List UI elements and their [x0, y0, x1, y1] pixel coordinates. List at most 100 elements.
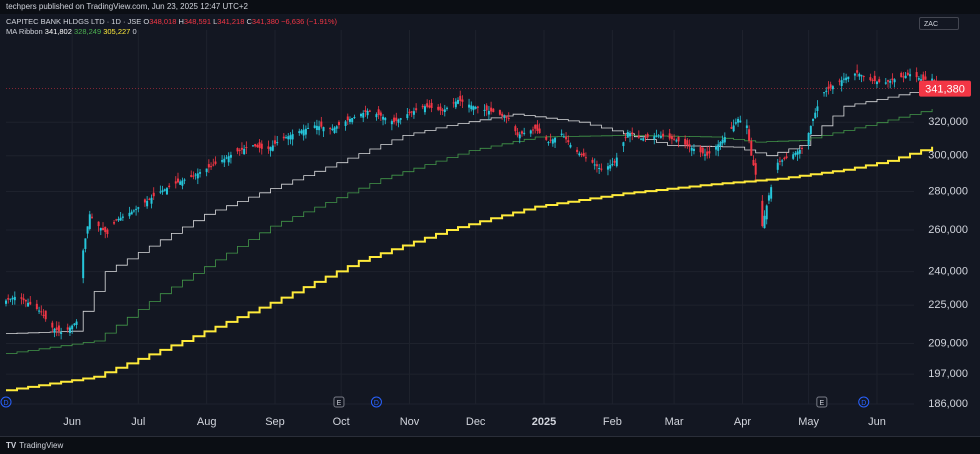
- month-tick-label: Nov: [400, 416, 420, 428]
- candle-body: [439, 106, 442, 111]
- month-tick-label: Dec: [466, 416, 486, 428]
- candle-body: [221, 160, 224, 162]
- candle-body: [192, 175, 195, 177]
- time-axis[interactable]: Jun Jul Aug Sep Oct Nov Dec 2025 Feb Mar Apr May Jun: [63, 416, 886, 428]
- candle-body: [421, 105, 424, 108]
- candle-body: [516, 132, 519, 136]
- candle-body: [677, 136, 680, 142]
- earnings-marker-label: E: [337, 400, 342, 407]
- candle-body: [845, 77, 848, 81]
- candle-body: [399, 118, 402, 120]
- candle-body: [688, 144, 691, 147]
- candle-body: [534, 124, 537, 129]
- candle-body: [443, 109, 446, 113]
- earnings-marker-label: E: [820, 400, 825, 407]
- month-tick-label: Sep: [265, 416, 285, 428]
- candle-body: [906, 72, 909, 75]
- ma-line-fast: [6, 88, 933, 334]
- candle-body: [609, 165, 612, 169]
- price-tick-label: 186,000: [928, 398, 968, 410]
- candle-body: [393, 117, 396, 123]
- event-markers: DEDED: [0, 396, 870, 408]
- candle-body: [307, 127, 310, 129]
- candle-body: [673, 138, 676, 140]
- candle-body: [35, 303, 38, 310]
- candle-body: [441, 109, 444, 111]
- candle-body: [13, 296, 16, 301]
- candle-body: [783, 157, 786, 160]
- candle-body: [183, 179, 186, 181]
- candle-body: [765, 205, 768, 220]
- candle-body: [57, 325, 60, 332]
- candle-body: [624, 137, 627, 139]
- candle-body: [690, 147, 693, 151]
- candle-body: [501, 113, 504, 116]
- candle-body: [212, 164, 215, 166]
- candle-body: [578, 153, 581, 156]
- candle-body: [27, 302, 30, 307]
- candle-body: [452, 102, 455, 104]
- candle-body: [7, 298, 10, 300]
- candle-body: [179, 181, 182, 185]
- price-tick-label: 225,000: [928, 299, 968, 311]
- candle-body: [472, 106, 475, 111]
- candle-body: [353, 116, 356, 118]
- candle-body: [287, 136, 290, 140]
- candle-body: [102, 228, 105, 231]
- candle-body: [498, 110, 501, 115]
- candle-body: [801, 147, 804, 149]
- candle-body: [646, 133, 649, 138]
- candle-body: [807, 133, 810, 145]
- candle-body: [161, 190, 164, 193]
- price-axis[interactable]: 186,000 197,000 209,000 225,000 240,000 260,0…: [6, 80, 971, 410]
- candle-body: [276, 142, 279, 144]
- candle-body: [269, 147, 272, 151]
- candle-body: [238, 149, 241, 151]
- candle-body: [364, 110, 367, 112]
- candle-body: [9, 298, 12, 300]
- candle-body: [613, 160, 616, 163]
- candle-body: [375, 114, 378, 118]
- candle-body: [446, 107, 448, 109]
- month-tick-label: May: [798, 416, 819, 428]
- candle-body: [298, 131, 301, 133]
- candle-body: [459, 95, 462, 101]
- price-chart[interactable]: 186,000 197,000 209,000 225,000 240,000 260,0…: [0, 0, 980, 454]
- candle-body: [254, 144, 257, 147]
- candle-body: [53, 328, 56, 333]
- candle-body: [606, 166, 609, 170]
- candle-body: [915, 72, 918, 78]
- candle-body: [143, 199, 146, 203]
- candle-body: [853, 73, 856, 76]
- candle-body: [240, 147, 243, 150]
- candle-body: [390, 121, 393, 125]
- candle-body: [856, 70, 859, 73]
- candle-body: [812, 118, 815, 121]
- candle-body: [470, 105, 473, 110]
- candle-body: [119, 217, 122, 221]
- candle-body: [474, 107, 477, 109]
- candle-body: [507, 118, 510, 120]
- candle-body: [723, 137, 726, 143]
- candle-body: [260, 143, 263, 149]
- month-tick-label: 2025: [532, 416, 556, 428]
- brand[interactable]: TV TradingView: [6, 441, 63, 450]
- candle-body: [291, 134, 294, 140]
- candle-body: [584, 157, 587, 159]
- candle-body: [152, 192, 155, 197]
- candle-body: [406, 114, 409, 119]
- candle-body: [770, 187, 773, 199]
- candle-body: [595, 164, 598, 167]
- candle-body: [699, 146, 702, 153]
- month-tick-label: Jul: [131, 416, 145, 428]
- candle-body: [708, 151, 711, 154]
- candle-body: [88, 214, 91, 229]
- candle-body: [331, 128, 334, 130]
- candle-body: [503, 116, 506, 118]
- candle-body: [196, 173, 199, 179]
- dividend-marker-label: D: [374, 400, 379, 407]
- candle-body: [637, 135, 640, 138]
- candle-body: [838, 80, 841, 82]
- candle-body: [335, 126, 338, 129]
- candle-body: [99, 228, 102, 231]
